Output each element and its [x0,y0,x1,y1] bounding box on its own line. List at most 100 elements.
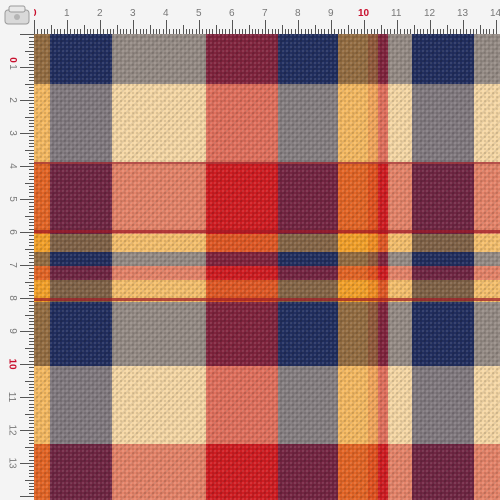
ruler-tick [29,218,34,220]
ruler-tick [136,29,138,34]
ruler-tick [29,251,34,253]
ruler-tick [25,446,34,448]
ruler-tick [472,29,474,34]
ruler-tick [29,443,34,445]
ruler-tick [29,113,34,115]
ruler-label-top: 14 [490,8,500,19]
ruler-tick [29,406,34,408]
ruler-tick [119,29,121,34]
ruler-tick [25,50,34,52]
ruler-tick [29,472,34,474]
plaid-fabric-photo [34,34,500,500]
ruler-tick [29,492,34,494]
ruler-tick [29,383,34,385]
ruler-label-left: 7 [6,262,18,268]
ruler-tick [403,29,405,34]
ruler-tick [20,133,34,134]
ruler-tick [29,340,34,342]
ruler-tick [383,29,385,34]
ruler-tick [73,29,75,34]
ruler-tick [301,29,303,34]
ruler-label-top: 1 [64,8,70,19]
ruler-tick [20,397,34,398]
ruler-tick [20,430,34,431]
ruler-tick [228,29,230,34]
ruler-label-top: 2 [97,8,103,19]
ruler-tick [430,20,431,34]
ruler-tick [360,29,362,34]
ruler-tick [29,294,34,296]
ruler-tick [304,29,306,34]
accent-line [34,230,500,233]
ruler-tick [179,29,181,34]
ruler-tick [466,29,468,34]
ruler-tick [29,387,34,389]
ruler-tick [29,350,34,352]
ruler-tick [29,205,34,207]
ruler-tick [29,271,34,273]
ruler-tick [53,29,55,34]
ruler-tick [225,29,227,34]
ruler-tick [29,63,34,65]
ruler-tick [344,29,346,34]
ruler-tick [195,29,197,34]
ruler-tick [29,175,34,177]
ruler-label-top: 5 [196,8,202,19]
ruler-label-left: 4 [6,163,18,169]
ruler-tick [25,314,34,316]
ruler-tick [29,393,34,395]
ruler-tick [278,29,280,34]
ruler-tick [142,29,144,34]
ruler-tick [327,29,329,34]
ruler-label-left: 12 [6,424,18,436]
ruler-tick [29,152,34,154]
ruler-tick [354,29,356,34]
ruler-tick [238,29,240,34]
ruler-tick [80,29,82,34]
ruler-tick [146,29,148,34]
ruler-tick [340,29,342,34]
ruler-tick [25,248,34,250]
ruler-tick [265,20,266,34]
ruler-tick [29,96,34,98]
ruler-tick [29,47,34,49]
ruler-tick [482,29,484,34]
ruler-tick [337,29,339,34]
ruler-tick [29,482,34,484]
ruler-tick [29,129,34,131]
ruler-label-left: 0 [6,57,18,63]
ruler-tick [387,29,389,34]
ruler-tick [274,29,276,34]
ruler-tick [29,307,34,309]
ruler-tick [268,29,270,34]
ruler-tick [29,344,34,346]
ruler-label-top: 9 [328,8,334,19]
ruler-tick [248,25,250,34]
ruler-tick [20,67,34,68]
ruler-tick [152,29,154,34]
ruler-tick [433,29,435,34]
ruler-tick [29,284,34,286]
ruler-tick [126,29,128,34]
ruler-tick [397,20,398,34]
ruler-tick [291,29,293,34]
accent-line [34,298,500,301]
ruler-tick [324,29,326,34]
ruler-tick [100,20,101,34]
ruler-tick [29,123,34,125]
ruler-tick [439,29,441,34]
ruler-tick [47,29,49,34]
ruler-tick [29,179,34,181]
ruler-tick [241,29,243,34]
ruler-tick [215,25,217,34]
ruler-tick [29,321,34,323]
ruler-label-left: 1 [6,64,18,70]
ruler-tick [29,106,34,108]
ruler-tick [29,304,34,306]
ruler-tick [29,311,34,313]
ruler-tick [373,29,375,34]
ruler-tick [25,281,34,283]
ruler-tick [347,25,349,34]
ruler-tick [63,29,65,34]
ruler-tick [86,29,88,34]
